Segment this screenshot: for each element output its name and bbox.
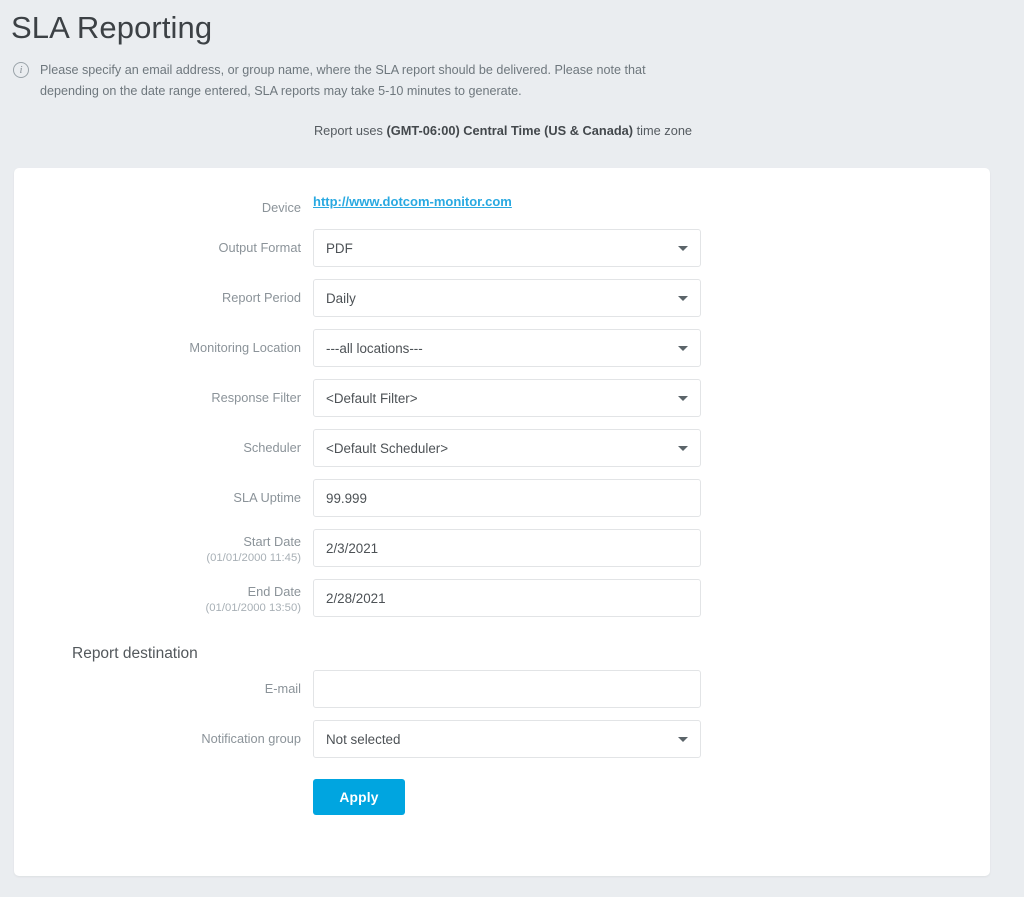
end-date-control: 2/28/2021 [313, 579, 701, 617]
chevron-down-icon [678, 446, 688, 451]
email-control [313, 670, 701, 708]
monitoring-location-value: ---all locations--- [326, 340, 423, 356]
start-date-label-text: Start Date [243, 534, 301, 549]
form-row-scheduler: Scheduler <Default Scheduler> [14, 429, 990, 467]
form-row-end-date: End Date (01/01/2000 13:50) 2/28/2021 [14, 579, 990, 617]
info-circle-icon: i [13, 62, 29, 78]
form-row-sla-uptime: SLA Uptime 99.999 [14, 479, 990, 517]
form-row-output-format: Output Format PDF [14, 229, 990, 267]
report-period-select[interactable]: Daily [313, 279, 701, 317]
sla-report-card: Device http://www.dotcom-monitor.com Out… [14, 168, 990, 876]
form-row-monitoring-location: Monitoring Location ---all locations--- [14, 329, 990, 367]
notification-group-value: Not selected [326, 731, 401, 747]
report-period-label: Report Period [222, 290, 301, 305]
sla-uptime-field[interactable]: 99.999 [313, 479, 701, 517]
sla-report-form: Device http://www.dotcom-monitor.com Out… [14, 168, 990, 815]
sla-uptime-value: 99.999 [326, 490, 367, 506]
end-date-value: 2/28/2021 [326, 590, 386, 606]
form-row-notification-group: Notification group Not selected [14, 720, 990, 758]
chevron-down-icon [678, 246, 688, 251]
output-format-label: Output Format [218, 240, 302, 255]
scheduler-select[interactable]: <Default Scheduler> [313, 429, 701, 467]
sla-uptime-control: 99.999 [313, 479, 701, 517]
scheduler-control: <Default Scheduler> [313, 429, 701, 467]
response-filter-label: Response Filter [211, 390, 301, 405]
timezone-note-suffix: time zone [633, 123, 693, 138]
device-control: http://www.dotcom-monitor.com [313, 192, 701, 212]
chevron-down-icon [678, 396, 688, 401]
form-row-start-date: Start Date (01/01/2000 11:45) 2/3/2021 [14, 529, 990, 567]
output-format-control: PDF [313, 229, 701, 267]
monitoring-location-control: ---all locations--- [313, 329, 701, 367]
start-date-control: 2/3/2021 [313, 529, 701, 567]
sla-uptime-label: SLA Uptime [233, 490, 301, 505]
device-link[interactable]: http://www.dotcom-monitor.com [313, 189, 512, 209]
timezone-note-prefix: Report uses [313, 123, 387, 138]
notification-group-label: Notification group [201, 731, 301, 746]
end-date-label: End Date (01/01/2000 13:50) [14, 579, 313, 616]
device-label: Device [261, 200, 301, 215]
timezone-note-value: (GMT-06:00) Central Time (US & Canada) [386, 123, 634, 138]
start-date-value: 2/3/2021 [326, 540, 379, 556]
notification-group-select[interactable]: Not selected [313, 720, 701, 758]
chevron-down-icon [678, 346, 688, 351]
start-date-field[interactable]: 2/3/2021 [313, 529, 701, 567]
info-banner-text: Please specify an email address, or grou… [40, 63, 646, 98]
email-label: E-mail [264, 681, 301, 696]
output-format-select[interactable]: PDF [313, 229, 701, 267]
monitoring-location-select[interactable]: ---all locations--- [313, 329, 701, 367]
report-period-control: Daily [313, 279, 701, 317]
output-format-value: PDF [326, 240, 353, 256]
apply-spacer [14, 779, 313, 815]
report-destination-heading: Report destination [72, 645, 198, 662]
end-date-label-text: End Date [247, 584, 301, 599]
scheduler-label: Scheduler [243, 440, 301, 455]
chevron-down-icon [678, 737, 688, 742]
form-actions: Apply [14, 779, 990, 815]
form-row-report-period: Report Period Daily [14, 279, 990, 317]
monitoring-location-label: Monitoring Location [189, 340, 301, 355]
scheduler-value: <Default Scheduler> [326, 440, 449, 456]
form-row-email: E-mail [14, 670, 990, 708]
response-filter-select[interactable]: <Default Filter> [313, 379, 701, 417]
email-field[interactable] [313, 670, 701, 708]
timezone-note: Report uses (GMT-06:00) Central Time (US… [0, 123, 1024, 138]
form-row-device: Device http://www.dotcom-monitor.com [14, 192, 990, 217]
start-date-hint: (01/01/2000 11:45) [206, 552, 301, 564]
start-date-label: Start Date (01/01/2000 11:45) [14, 529, 313, 566]
form-row-response-filter: Response Filter <Default Filter> [14, 379, 990, 417]
apply-button[interactable]: Apply [313, 779, 405, 815]
response-filter-control: <Default Filter> [313, 379, 701, 417]
page-title: SLA Reporting [11, 10, 213, 45]
chevron-down-icon [678, 296, 688, 301]
response-filter-value: <Default Filter> [326, 390, 418, 406]
end-date-hint: (01/01/2000 13:50) [205, 602, 301, 614]
info-banner: i Please specify an email address, or gr… [0, 46, 700, 102]
report-period-value: Daily [326, 290, 356, 306]
end-date-field[interactable]: 2/28/2021 [313, 579, 701, 617]
notification-group-control: Not selected [313, 720, 701, 758]
